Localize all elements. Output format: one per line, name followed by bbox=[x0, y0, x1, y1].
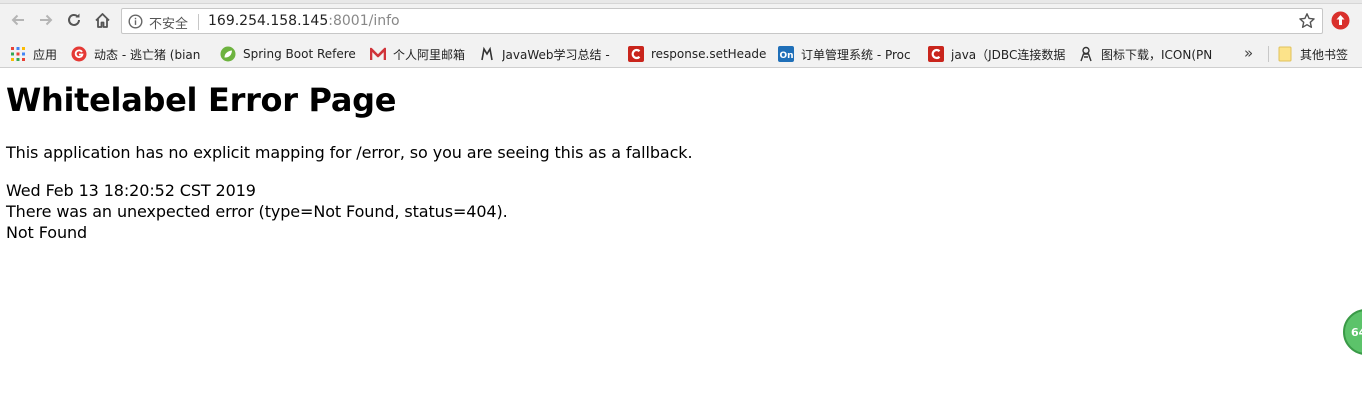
security-status[interactable]: 不安全 bbox=[149, 13, 188, 32]
address-bar[interactable]: 不安全 169.254.158.145:8001/info bbox=[121, 8, 1323, 34]
back-arrow-icon bbox=[11, 14, 24, 26]
folder-icon bbox=[1277, 46, 1293, 62]
bookmark-label: 动态 - 逃亡猪 (bian bbox=[94, 47, 201, 62]
bookmark-star-icon[interactable] bbox=[1298, 12, 1316, 30]
reload-button[interactable] bbox=[63, 9, 85, 31]
bookmark-item[interactable]: Spring Boot Refere bbox=[220, 45, 360, 63]
error-type-status: There was an unexpected error (type=Not … bbox=[6, 202, 508, 221]
csdn-c-icon bbox=[628, 46, 644, 62]
browser-toolbar: 不安全 169.254.158.145:8001/info bbox=[0, 0, 1362, 40]
iconfont-icon bbox=[1078, 46, 1094, 62]
home-button[interactable] bbox=[91, 9, 113, 31]
bookmark-item[interactable]: JavaWeb学习总结 - bbox=[479, 45, 619, 63]
spring-leaf-icon bbox=[220, 46, 236, 62]
reload-icon bbox=[68, 13, 80, 26]
extension-icon[interactable] bbox=[1331, 11, 1350, 30]
error-detail: Wed Feb 13 18:20:52 CST 2019 There was a… bbox=[6, 180, 692, 243]
forward-button[interactable] bbox=[35, 9, 57, 31]
home-icon bbox=[94, 12, 110, 28]
bookmark-item[interactable]: 动态 - 逃亡猪 (bian bbox=[71, 45, 211, 63]
bookmark-label: 应用 bbox=[33, 47, 58, 62]
page-title: Whitelabel Error Page bbox=[6, 81, 397, 119]
bookmark-label: 图标下载，ICON(PN bbox=[1101, 47, 1213, 62]
forward-arrow-icon bbox=[40, 14, 53, 26]
url-host: 169.254.158.145 bbox=[208, 13, 329, 29]
bookmark-item[interactable]: java（JDBC连接数据 bbox=[928, 45, 1068, 63]
bookmark-apps[interactable]: 应用 bbox=[10, 45, 65, 63]
back-button[interactable] bbox=[7, 9, 29, 31]
bookmark-label: response.setHeade bbox=[651, 47, 767, 61]
omnibox-separator bbox=[198, 14, 199, 30]
bookmark-label: 其他书签 bbox=[1300, 47, 1349, 62]
bookmark-item[interactable]: On 订单管理系统 - Proc bbox=[778, 45, 918, 63]
bookmark-label: JavaWeb学习总结 - bbox=[502, 47, 610, 62]
error-page-content: Whitelabel Error Page This application h… bbox=[6, 80, 693, 243]
csdn-c-icon bbox=[928, 46, 944, 62]
bookmark-label: 订单管理系统 - Proc bbox=[801, 47, 911, 62]
apps-grid-icon bbox=[10, 46, 26, 62]
bookmark-label: Spring Boot Refere bbox=[243, 47, 356, 61]
on-logo-icon: On bbox=[778, 46, 794, 62]
tab-strip-edge bbox=[0, 0, 1362, 4]
bookmark-label: java（JDBC连接数据 bbox=[951, 47, 1066, 62]
url-port-path: :8001/info bbox=[328, 13, 400, 29]
svg-text:On: On bbox=[780, 51, 794, 61]
error-timestamp: Wed Feb 13 18:20:52 CST 2019 bbox=[6, 181, 256, 200]
floating-widget-badge[interactable]: 64 bbox=[1343, 309, 1362, 355]
bookmarks-divider bbox=[1268, 46, 1269, 62]
error-description: This application has no explicit mapping… bbox=[6, 143, 693, 162]
mail-m-icon bbox=[370, 46, 386, 62]
url-text[interactable]: 169.254.158.145:8001/info bbox=[208, 13, 400, 29]
bookmark-item[interactable]: 个人阿里邮箱 bbox=[370, 45, 470, 63]
cat-icon bbox=[479, 46, 495, 62]
bookmarks-bar: 应用 动态 - 逃亡猪 (bian Spring Boot Refere 个人阿… bbox=[0, 40, 1362, 68]
bookmark-other-folder[interactable]: 其他书签 bbox=[1277, 45, 1357, 63]
bookmark-item[interactable]: response.setHeade bbox=[628, 45, 768, 63]
info-icon[interactable] bbox=[128, 14, 143, 29]
g-logo-icon bbox=[71, 46, 87, 62]
bookmarks-overflow-button[interactable]: » bbox=[1244, 44, 1253, 62]
bookmark-label: 个人阿里邮箱 bbox=[393, 47, 466, 62]
bookmark-item[interactable]: 图标下载，ICON(PN bbox=[1078, 45, 1218, 63]
error-message: Not Found bbox=[6, 223, 88, 242]
